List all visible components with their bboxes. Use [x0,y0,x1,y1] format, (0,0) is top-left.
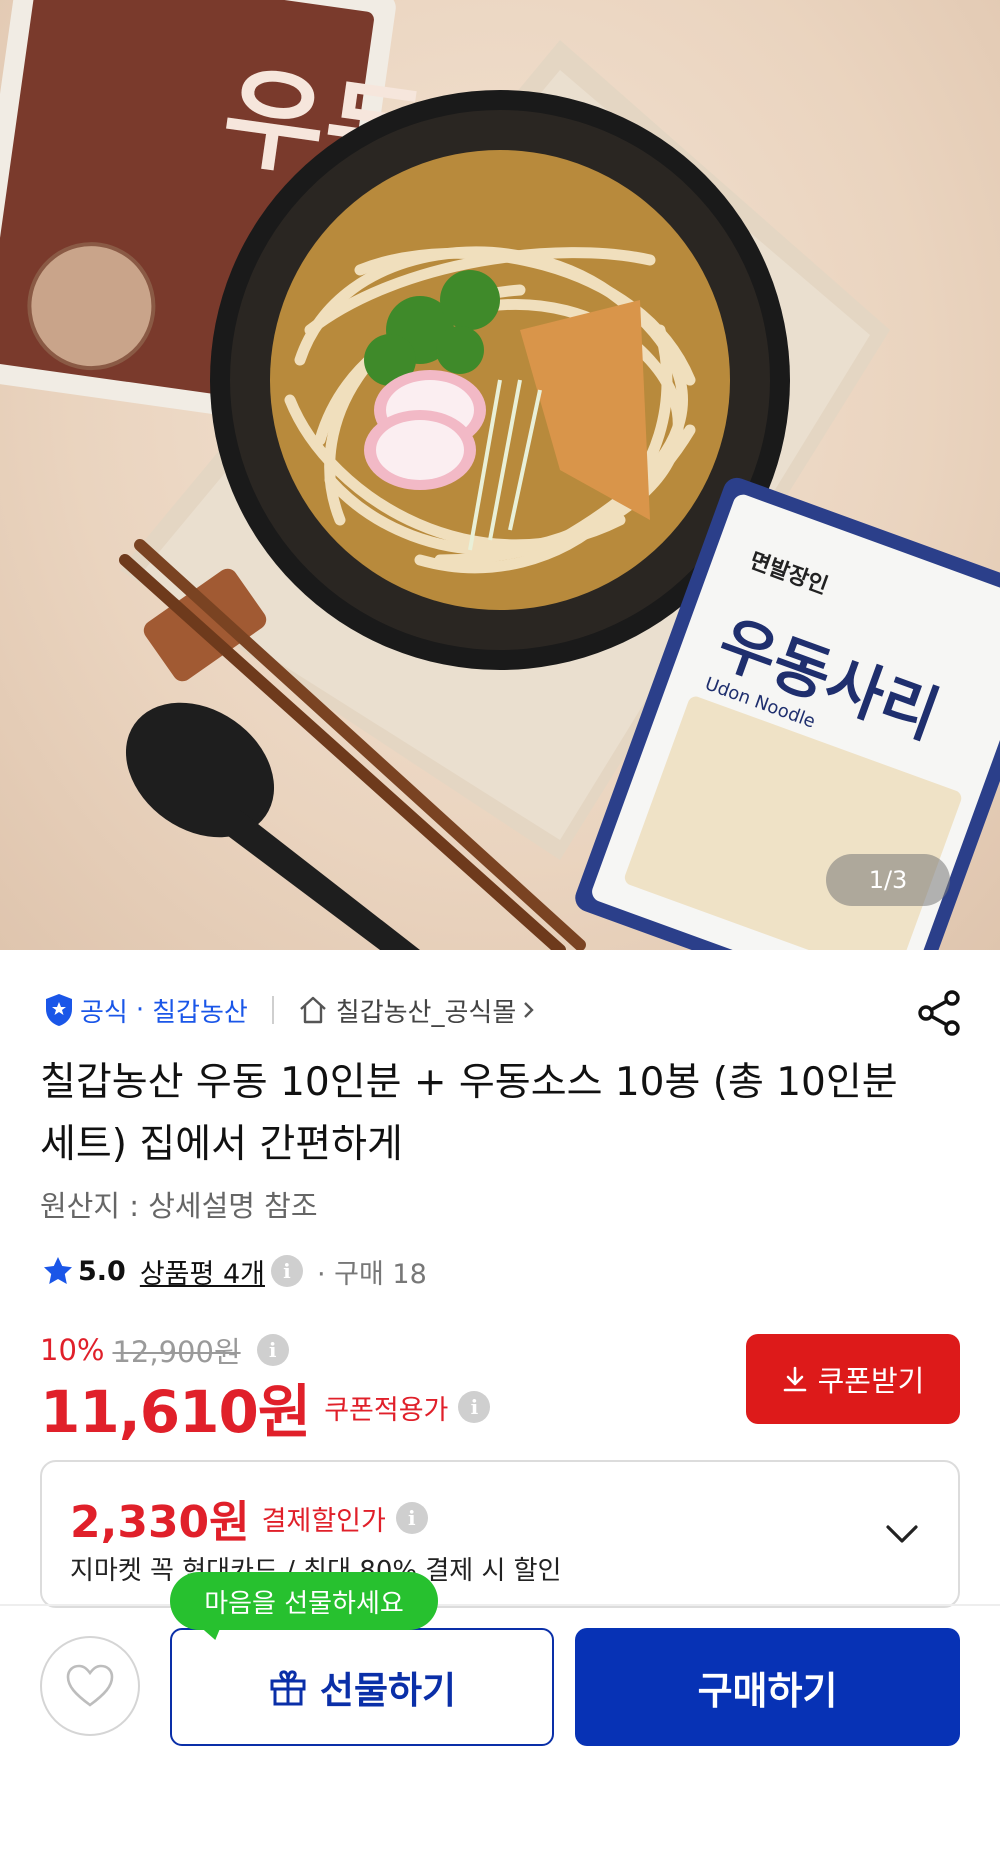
gift-tooltip: 마음을 선물하세요 [170,1572,438,1630]
review-count-link[interactable]: 상품평 4개 [140,1252,265,1291]
gift-icon [270,1670,306,1706]
discount-row: 10% 12,900원 i [40,1330,289,1370]
rating-row: 5.0 상품평 4개 i · 구매 18 [42,1250,427,1292]
chevron-right-icon [524,1002,534,1018]
bottom-bar-divider [0,1604,1000,1606]
purchase-count: · 구매 18 [316,1258,427,1290]
product-photo-illustration: 우동 면발장인 우동사리 Udon Noodle [0,0,1000,950]
official-label: 공식 [80,997,128,1028]
image-counter: 1/3 [826,854,950,906]
product-title: 칠갑농산 우동 10인분 + 우동소스 10봉 (총 10인분 세트) 집에서 … [40,1060,898,1167]
gift-button[interactable]: 선물하기 [170,1628,554,1746]
download-icon [783,1366,806,1392]
coupon-download-button[interactable]: 쿠폰받기 [746,1334,960,1424]
separator-dot: · [135,995,145,1025]
share-icon[interactable] [914,988,964,1038]
shield-badge-icon [46,994,72,1026]
seller-divider [271,996,274,1024]
info-icon[interactable]: i [395,1502,428,1534]
payment-price-row: 2,330원 결제할인가 i [70,1486,428,1550]
store-link[interactable]: 칠갑농산_공식몰 [298,992,546,1029]
origin-info: 원산지 : 상세설명 참조 [40,1189,318,1223]
buy-button[interactable]: 구매하기 [575,1628,960,1746]
gift-button-label: 선물하기 [319,1669,457,1712]
seller-row: 공식 · 칠갑농산 칠갑농산_공식몰 [44,988,546,1032]
product-image[interactable]: 우동 면발장인 우동사리 Udon Noodle 1/3 [0,0,1000,950]
info-icon[interactable]: i [270,1255,303,1287]
sale-price: 11,610원 [40,1378,311,1446]
info-icon[interactable]: i [256,1334,289,1366]
rating-score: 5.0 [78,1255,126,1287]
wishlist-button[interactable] [40,1636,140,1736]
info-icon[interactable]: i [458,1391,491,1423]
coupon-applied-label: 쿠폰적용가 [324,1394,449,1426]
store-link-label: 칠갑농산_공식몰 [335,997,517,1028]
seller-name-link[interactable]: 칠갑농산 [152,992,248,1029]
price-row: 11,610원 쿠폰적용가 i [40,1370,491,1446]
chevron-down-icon[interactable] [882,1514,922,1554]
home-icon [299,996,326,1024]
heart-icon [66,1664,114,1707]
star-icon [44,1257,72,1284]
payment-price: 2,330원 [70,1497,250,1548]
coupon-button-label: 쿠폰받기 [817,1364,925,1398]
payment-label: 결제할인가 [261,1505,386,1537]
discount-rate: 10% [40,1333,105,1367]
